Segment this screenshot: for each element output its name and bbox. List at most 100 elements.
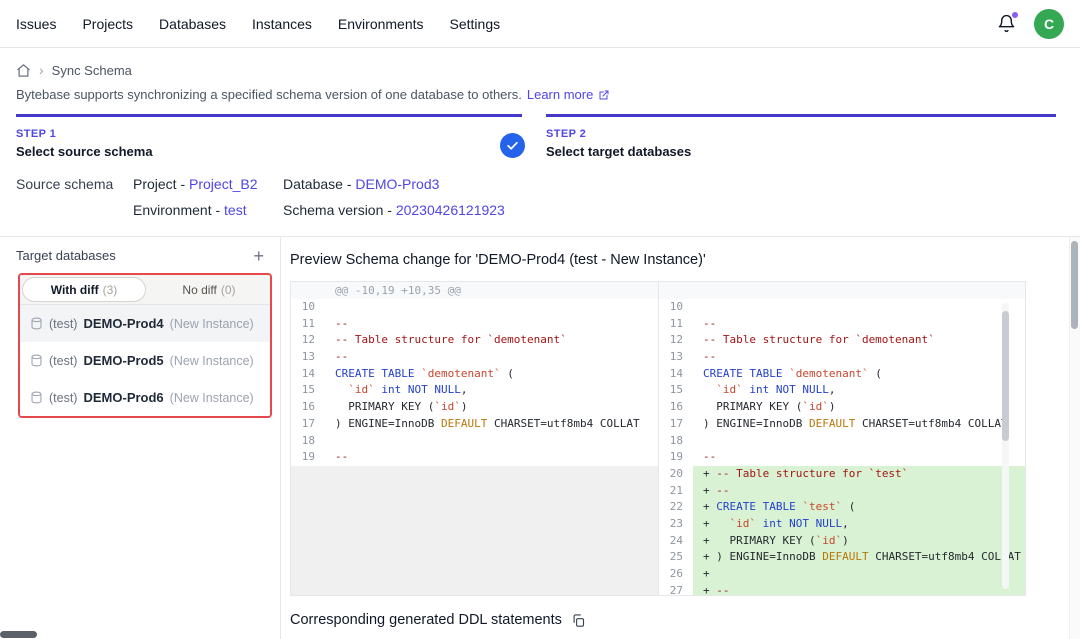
code-text: -- — [693, 316, 1025, 333]
avatar[interactable]: C — [1034, 9, 1064, 39]
source-database-field: Database - DEMO-Prod3 — [283, 176, 1064, 192]
notification-bell-icon[interactable] — [997, 14, 1016, 33]
code-text: PRIMARY KEY (`id`) — [325, 399, 658, 416]
line-number: 12 — [291, 332, 325, 349]
step2[interactable]: STEP 2 Select target databases — [546, 128, 691, 159]
ddl-footer: Corresponding generated DDL statements — [290, 612, 586, 628]
hunk-header-spacer — [659, 282, 1025, 299]
diff-scrollbar-thumb[interactable] — [1002, 311, 1009, 441]
diff-line: 26+ — [659, 566, 1025, 583]
code-text: ) ENGINE=InnoDB DEFAULT CHARSET=utf8mb4 … — [325, 416, 658, 433]
item-database-name: DEMO-Prod5 — [83, 353, 163, 368]
schema-version-link[interactable]: 20230426121923 — [396, 202, 505, 218]
code-text — [693, 433, 1025, 450]
code-text: PRIMARY KEY (`id`) — [693, 399, 1025, 416]
notification-dot — [1012, 12, 1018, 18]
tab-with-diff-label: With diff — [51, 283, 99, 297]
code-text: -- Table structure for `demotenant` — [693, 332, 1025, 349]
environment-link[interactable]: test — [224, 202, 247, 218]
diff-line: 14CREATE TABLE `demotenant` ( — [659, 366, 1025, 383]
diff-scrollbar-track — [1002, 303, 1009, 589]
item-environment: (test) — [49, 354, 77, 368]
instance-icon — [30, 391, 43, 404]
target-databases-panel: Target databases + With diff (3) No diff… — [0, 237, 281, 639]
intro-description: Bytebase supports synchronizing a specif… — [16, 87, 522, 102]
nav-item-issues[interactable]: Issues — [16, 16, 56, 32]
step2-title: Select target databases — [546, 144, 691, 159]
preview-area: Preview Schema change for 'DEMO-Prod4 (t… — [282, 237, 1080, 639]
nav-right-cluster: C — [997, 9, 1064, 39]
external-link-icon[interactable] — [598, 89, 610, 101]
step1[interactable]: STEP 1 Select source schema — [16, 128, 153, 159]
add-target-database-button[interactable]: + — [253, 249, 264, 263]
tab-with-diff-count: (3) — [103, 283, 118, 297]
code-text: -- — [325, 316, 658, 333]
code-text — [325, 433, 658, 450]
line-number: 18 — [291, 433, 325, 450]
page-vertical-scrollbar — [1069, 237, 1080, 639]
diff-pane-original: @@ -10,19 +10,35 @@ 1011--12-- Table str… — [291, 282, 658, 595]
item-instance-suffix: (New Instance) — [170, 391, 254, 405]
diff-line: 10 — [659, 299, 1025, 316]
diff-pane-modified: 1011--12-- Table structure for `demotena… — [658, 282, 1025, 595]
intro-text: Bytebase supports synchronizing a specif… — [0, 78, 1080, 114]
nav-item-settings[interactable]: Settings — [450, 16, 501, 32]
nav-item-projects[interactable]: Projects — [82, 16, 133, 32]
item-instance-suffix: (New Instance) — [170, 317, 254, 331]
line-number: 15 — [659, 382, 693, 399]
nav-item-environments[interactable]: Environments — [338, 16, 424, 32]
home-icon[interactable] — [16, 63, 31, 78]
breadcrumb-current: Sync Schema — [52, 63, 132, 78]
code-text: -- — [325, 349, 658, 366]
source-schema-heading: Source schema — [16, 176, 133, 192]
schema-diff-editor: @@ -10,19 +10,35 @@ 1011--12-- Table str… — [290, 281, 1026, 596]
line-number: 23 — [659, 516, 693, 533]
line-number: 19 — [659, 449, 693, 466]
nav-item-databases[interactable]: Databases — [159, 16, 226, 32]
code-text: CREATE TABLE `demotenant` ( — [325, 366, 658, 383]
code-text: `id` int NOT NULL, — [693, 382, 1025, 399]
nav-item-instances[interactable]: Instances — [252, 16, 312, 32]
code-text: -- Table structure for `demotenant` — [325, 332, 658, 349]
diff-line: 13-- — [659, 349, 1025, 366]
diff-lines-original: 1011--12-- Table structure for `demotena… — [291, 299, 658, 466]
line-number: 13 — [659, 349, 693, 366]
preview-title: Preview Schema change for 'DEMO-Prod4 (t… — [290, 252, 706, 268]
page-vertical-scrollbar-thumb[interactable] — [1071, 241, 1078, 329]
diff-tabs: With diff (3) No diff (0) — [20, 275, 270, 305]
copy-icon[interactable] — [571, 613, 586, 628]
target-list-highlight-box: With diff (3) No diff (0) (test) DEMO-Pr… — [18, 273, 272, 418]
line-number: 10 — [659, 299, 693, 316]
database-link[interactable]: DEMO-Prod3 — [355, 176, 439, 192]
project-link[interactable]: Project_B2 — [189, 176, 257, 192]
source-project-field: Project - Project_B2 — [133, 176, 283, 192]
diff-line: 17) ENGINE=InnoDB DEFAULT CHARSET=utf8mb… — [659, 416, 1025, 433]
hunk-header: @@ -10,19 +10,35 @@ — [291, 282, 658, 299]
line-number: 17 — [291, 416, 325, 433]
learn-more-link[interactable]: Learn more — [527, 87, 593, 102]
line-number: 16 — [291, 399, 325, 416]
step2-label: STEP 2 — [546, 128, 691, 140]
target-database-item[interactable]: (test) DEMO-Prod5 (New Instance) — [20, 342, 270, 379]
diff-line: 14CREATE TABLE `demotenant` ( — [291, 366, 658, 383]
environment-label: Environment - — [133, 202, 220, 218]
target-database-item[interactable]: (test) DEMO-Prod6 (New Instance) — [20, 379, 270, 416]
diff-line: 13-- — [291, 349, 658, 366]
tab-with-diff[interactable]: With diff (3) — [22, 277, 146, 302]
diff-line: 20+ -- Table structure for `test` — [659, 466, 1025, 483]
line-number: 15 — [291, 382, 325, 399]
item-database-name: DEMO-Prod4 — [83, 316, 163, 331]
target-database-item[interactable]: (test) DEMO-Prod4 (New Instance) — [20, 305, 270, 342]
code-text: `id` int NOT NULL, — [325, 382, 658, 399]
tab-no-diff[interactable]: No diff (0) — [148, 275, 270, 304]
line-number: 17 — [659, 416, 693, 433]
page-horizontal-scrollbar-thumb[interactable] — [0, 631, 37, 638]
code-text: + `id` int NOT NULL, — [693, 516, 1025, 533]
code-text: + ) ENGINE=InnoDB DEFAULT CHARSET=utf8mb… — [693, 549, 1025, 566]
step1-complete-check-icon — [500, 133, 525, 158]
top-nav: Issues Projects Databases Instances Envi… — [0, 0, 1080, 48]
line-number: 11 — [659, 316, 693, 333]
line-number: 16 — [659, 399, 693, 416]
diff-line: 23+ `id` int NOT NULL, — [659, 516, 1025, 533]
step-progress: STEP 1 Select source schema STEP 2 Selec… — [0, 114, 1080, 170]
